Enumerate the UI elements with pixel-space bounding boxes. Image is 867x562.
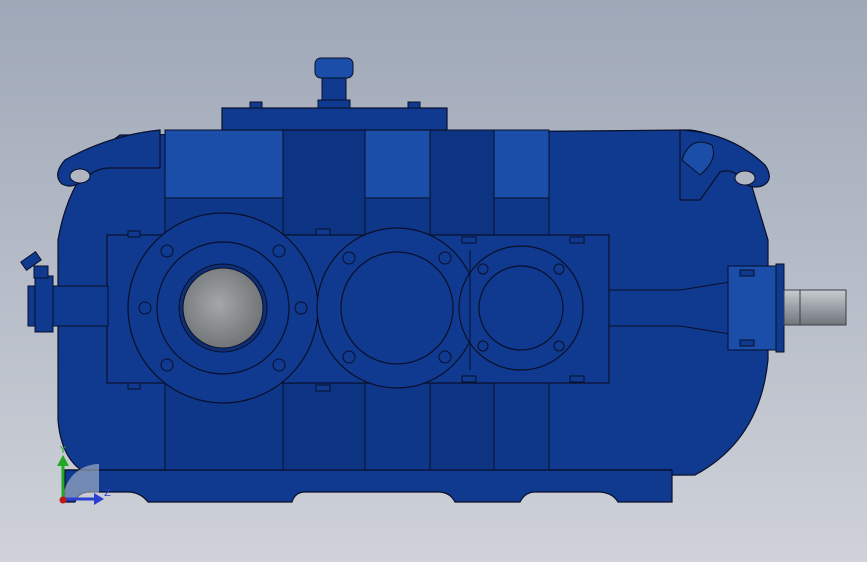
breather-stem — [321, 77, 347, 103]
gearbox-model: Y Z — [20, 57, 847, 505]
triad-origin — [59, 496, 67, 504]
right-lug-hole — [734, 170, 756, 186]
oil-gauge-icon — [20, 251, 49, 279]
triad-z-label: Z — [104, 488, 111, 499]
right-end-cap — [727, 265, 781, 351]
triad-y-label: Y — [59, 445, 67, 456]
inspection-cover — [221, 107, 448, 131]
breather-base — [317, 99, 351, 109]
left-bearing-bore — [182, 267, 264, 349]
rib-panel-3-top — [364, 129, 431, 199]
middle-bearing-cover — [340, 251, 454, 365]
output-shaft — [783, 289, 847, 326]
right-bearing-cover — [478, 265, 564, 351]
triad-y-arrow-icon — [57, 455, 69, 466]
housing-base — [64, 469, 673, 503]
left-lug-hole — [69, 168, 91, 184]
rib-panel-5-top — [493, 129, 550, 199]
cover-bolt-right — [407, 101, 421, 109]
cover-bolt-left — [249, 101, 263, 109]
cad-viewport[interactable]: Y Z — [0, 0, 867, 562]
right-flange-plate — [775, 263, 785, 353]
rib-panel-1-top — [164, 129, 284, 199]
breather-cap — [314, 57, 354, 79]
left-shaft-boss-bracket — [34, 275, 54, 333]
